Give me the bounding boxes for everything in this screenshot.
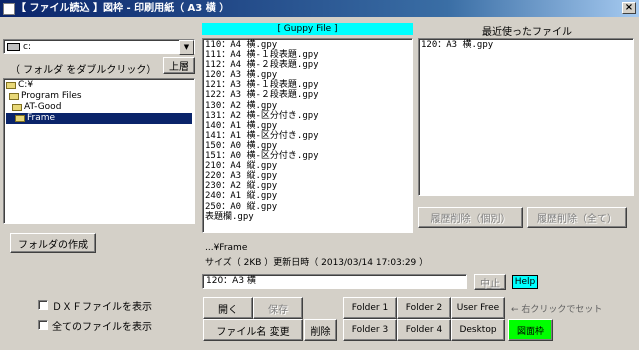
file-list-item[interactable]: 250：A0 縦.gpy — [205, 202, 410, 212]
folder-icon — [6, 82, 16, 89]
filename-value: 120：A3 横 — [206, 276, 256, 286]
folder-tree[interactable]: C:¥ Program Files AT-Good Frame — [3, 78, 195, 224]
close-button[interactable]: × — [622, 2, 636, 14]
tree-item-at-good[interactable]: AT-Good — [6, 102, 192, 113]
file-list-item[interactable]: 151：A0 横-区分付き.gpy — [205, 151, 410, 161]
open-folder-icon — [15, 115, 25, 122]
drive-icon — [7, 42, 20, 51]
stop-button[interactable]: 中止 — [474, 274, 506, 290]
file-list-item[interactable]: 150：A0 横.gpy — [205, 141, 410, 151]
filename-field[interactable]: 120：A3 横 — [202, 274, 467, 289]
file-list-item[interactable]: 120：A3 横.gpy — [205, 70, 410, 80]
create-folder-button[interactable]: フォルダの作成 — [10, 233, 96, 253]
recent-file-item[interactable]: 120：A3 横.gpy — [421, 40, 631, 50]
file-list-item[interactable]: 240：A1 縦.gpy — [205, 191, 410, 201]
file-list-item[interactable]: 121：A3 横-１段表題.gpy — [205, 80, 410, 90]
file-list-item[interactable]: 表題欄.gpy — [205, 212, 410, 222]
delete-history-all-button[interactable]: 履歴削除（全て） — [527, 207, 627, 228]
folder-icon — [12, 104, 22, 111]
file-list-item[interactable]: 210：A4 縦.gpy — [205, 161, 410, 171]
drive-value: c: — [23, 41, 31, 52]
current-path: ...¥Frame — [205, 243, 248, 253]
right-click-hint: ← 右クリックでセット — [511, 305, 603, 315]
zuwaku-button[interactable]: 図面枠 — [508, 319, 553, 341]
drive-select[interactable]: c: ▼ — [3, 39, 195, 55]
window-title: 【 ファイル読込 】図枠 - 印刷用紙（ A3 横 ） — [16, 3, 230, 14]
tree-item-root[interactable]: C:¥ — [6, 80, 192, 91]
user-free-button[interactable]: User Free — [451, 297, 505, 319]
guppy-file-header: [ Guppy File ] — [202, 23, 413, 35]
show-dxf-label: ＤＸＦファイルを表示 — [52, 302, 152, 313]
title-bar: 【 ファイル読込 】図枠 - 印刷用紙（ A3 横 ） — [0, 0, 639, 17]
folder1-button[interactable]: Folder 1 — [343, 297, 397, 319]
folder2-button[interactable]: Folder 2 — [397, 297, 451, 319]
recent-file-list[interactable]: 120：A3 横.gpy — [418, 38, 634, 196]
file-list-item[interactable]: 220：A3 縦.gpy — [205, 171, 410, 181]
delete-button[interactable]: 削除 — [304, 319, 337, 341]
show-dxf-checkbox[interactable] — [38, 300, 48, 310]
tree-item-program-files[interactable]: Program Files — [6, 91, 192, 102]
file-list-item[interactable]: 141：A1 横-区分付き.gpy — [205, 131, 410, 141]
file-list-item[interactable]: 140：A1 横.gpy — [205, 121, 410, 131]
show-all-label: 全てのファイルを表示 — [52, 322, 152, 333]
desktop-button[interactable]: Desktop — [451, 319, 505, 341]
file-list-item[interactable]: 112：A4 横-２段表題.gpy — [205, 60, 410, 70]
folder3-button[interactable]: Folder 3 — [343, 319, 397, 341]
file-list-item[interactable]: 111：A4 横-１段表題.gpy — [205, 50, 410, 60]
show-all-checkbox[interactable] — [38, 320, 48, 330]
folder4-button[interactable]: Folder 4 — [397, 319, 451, 341]
up-folder-button[interactable]: 上層 — [163, 57, 195, 74]
file-detail: サイズ（ 2KB ）更新日時（ 2013/03/14 17:03:29 ） — [205, 258, 429, 268]
folder-hint: （ フォルダ をダブルクリック） — [10, 65, 157, 76]
file-list-item[interactable]: 230：A2 縦.gpy — [205, 181, 410, 191]
file-list[interactable]: 110：A4 横.gpy 111：A4 横-１段表題.gpy 112：A4 横-２段… — [202, 38, 413, 233]
help-button[interactable]: Help — [512, 275, 538, 289]
tree-item-frame[interactable]: Frame — [6, 113, 192, 124]
recent-files-header: 最近使ったファイル — [482, 27, 572, 38]
delete-history-one-button[interactable]: 履歴削除（個別） — [418, 207, 523, 228]
file-list-item[interactable]: 110：A4 横.gpy — [205, 40, 410, 50]
file-list-item[interactable]: 130：A2 横.gpy — [205, 101, 410, 111]
folder-icon — [9, 93, 19, 100]
app-icon — [3, 3, 15, 15]
file-list-item[interactable]: 131：A2 横-区分付き.gpy — [205, 111, 410, 121]
file-list-item[interactable]: 122：A3 横-２段表題.gpy — [205, 90, 410, 100]
rename-button[interactable]: ファイル名 変更 — [203, 319, 303, 341]
save-button[interactable]: 保存 — [253, 297, 303, 319]
chevron-down-icon[interactable]: ▼ — [179, 40, 194, 55]
open-button[interactable]: 開く — [203, 297, 253, 319]
